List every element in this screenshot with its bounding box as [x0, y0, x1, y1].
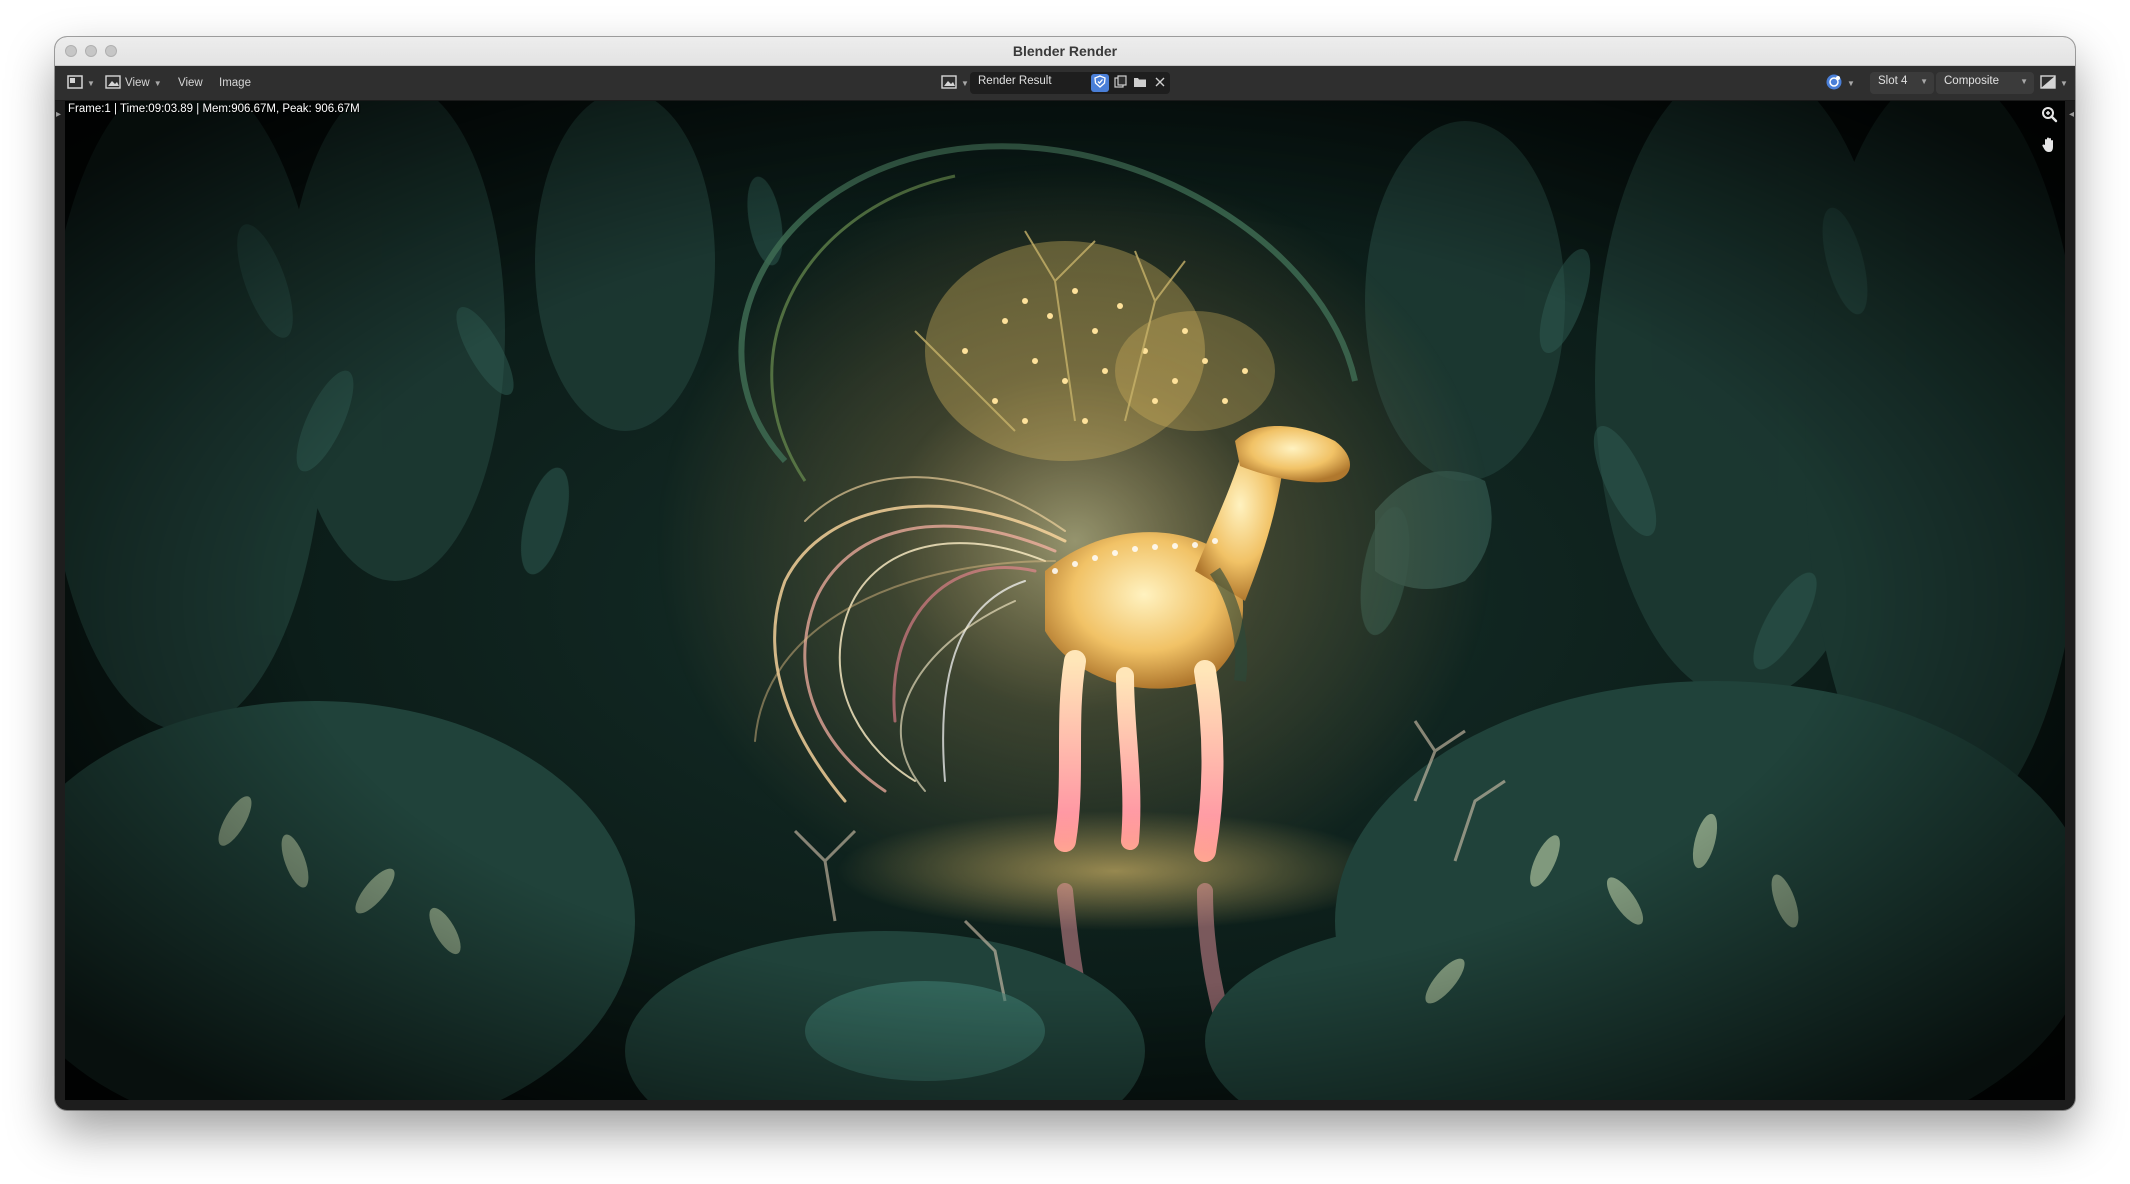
chevron-down-icon: ▼ — [1920, 77, 1928, 86]
folder-icon — [1133, 76, 1147, 91]
chevron-down-icon: ▼ — [1847, 78, 1855, 88]
display-channels-dropdown[interactable]: ▼ — [2040, 73, 2068, 93]
pass-label: Composite — [1944, 75, 1999, 87]
gizmo-icon — [1825, 73, 1843, 94]
view-mode-dropdown[interactable]: View ▼ — [105, 73, 162, 93]
zoom-icon — [2040, 106, 2058, 129]
editor-type-selector[interactable]: ▼ — [67, 73, 95, 93]
image-mode-icon — [105, 74, 121, 92]
blender-render-window: Blender Render ▼ View ▼ View Image ▼ Ren… — [55, 37, 2075, 1110]
image-editor-header: ▼ View ▼ View Image ▼ Render Result ▼ Sl… — [55, 66, 2075, 101]
chevron-down-icon: ▼ — [2060, 78, 2068, 88]
render-pass-dropdown[interactable]: Composite ▼ — [1936, 72, 2034, 94]
title-bar[interactable]: Blender Render — [55, 37, 2075, 66]
pan-view-button[interactable] — [2037, 135, 2061, 159]
unlink-image-button[interactable] — [1151, 74, 1169, 92]
view-menu-label: View — [125, 77, 150, 89]
duplicate-image-button[interactable] — [1111, 74, 1129, 92]
image-name-text: Render Result — [978, 75, 1052, 87]
chevron-down-icon: ▼ — [87, 78, 95, 88]
close-icon — [1155, 77, 1165, 90]
chevron-down-icon: ▼ — [961, 78, 969, 88]
image-browse-icon — [941, 74, 957, 92]
window-title: Blender Render — [1012, 43, 1118, 59]
open-image-button[interactable] — [1131, 74, 1149, 92]
slot-dropdown[interactable]: Slot 4 ▼ — [1870, 72, 1934, 94]
view-menu[interactable]: View — [178, 73, 203, 93]
hand-pan-icon — [2040, 136, 2058, 159]
sidebar-expand-arrow[interactable]: ◂ — [2069, 109, 2074, 120]
duplicate-icon — [1113, 75, 1127, 91]
image-editor-icon — [67, 74, 83, 92]
render-image — [65, 101, 2065, 1100]
image-menu[interactable]: Image — [219, 73, 251, 93]
render-result-canvas[interactable] — [65, 101, 2065, 1100]
gizmo-toggle[interactable]: ▼ — [1825, 73, 1855, 93]
slot-label: Slot 4 — [1878, 75, 1908, 87]
fake-user-button[interactable] — [1091, 74, 1109, 92]
chevron-down-icon: ▼ — [2020, 77, 2028, 86]
display-channels-icon — [2040, 74, 2056, 92]
toolbar-expand-arrow[interactable]: ▸ — [56, 109, 61, 120]
shield-icon — [1094, 75, 1106, 91]
zoom-view-button[interactable] — [2037, 105, 2061, 129]
chevron-down-icon: ▼ — [153, 78, 162, 88]
image-browse-button[interactable]: ▼ — [941, 73, 969, 93]
render-stats-text: Frame:1 | Time:09:03.89 | Mem:906.67M, P… — [68, 103, 360, 115]
